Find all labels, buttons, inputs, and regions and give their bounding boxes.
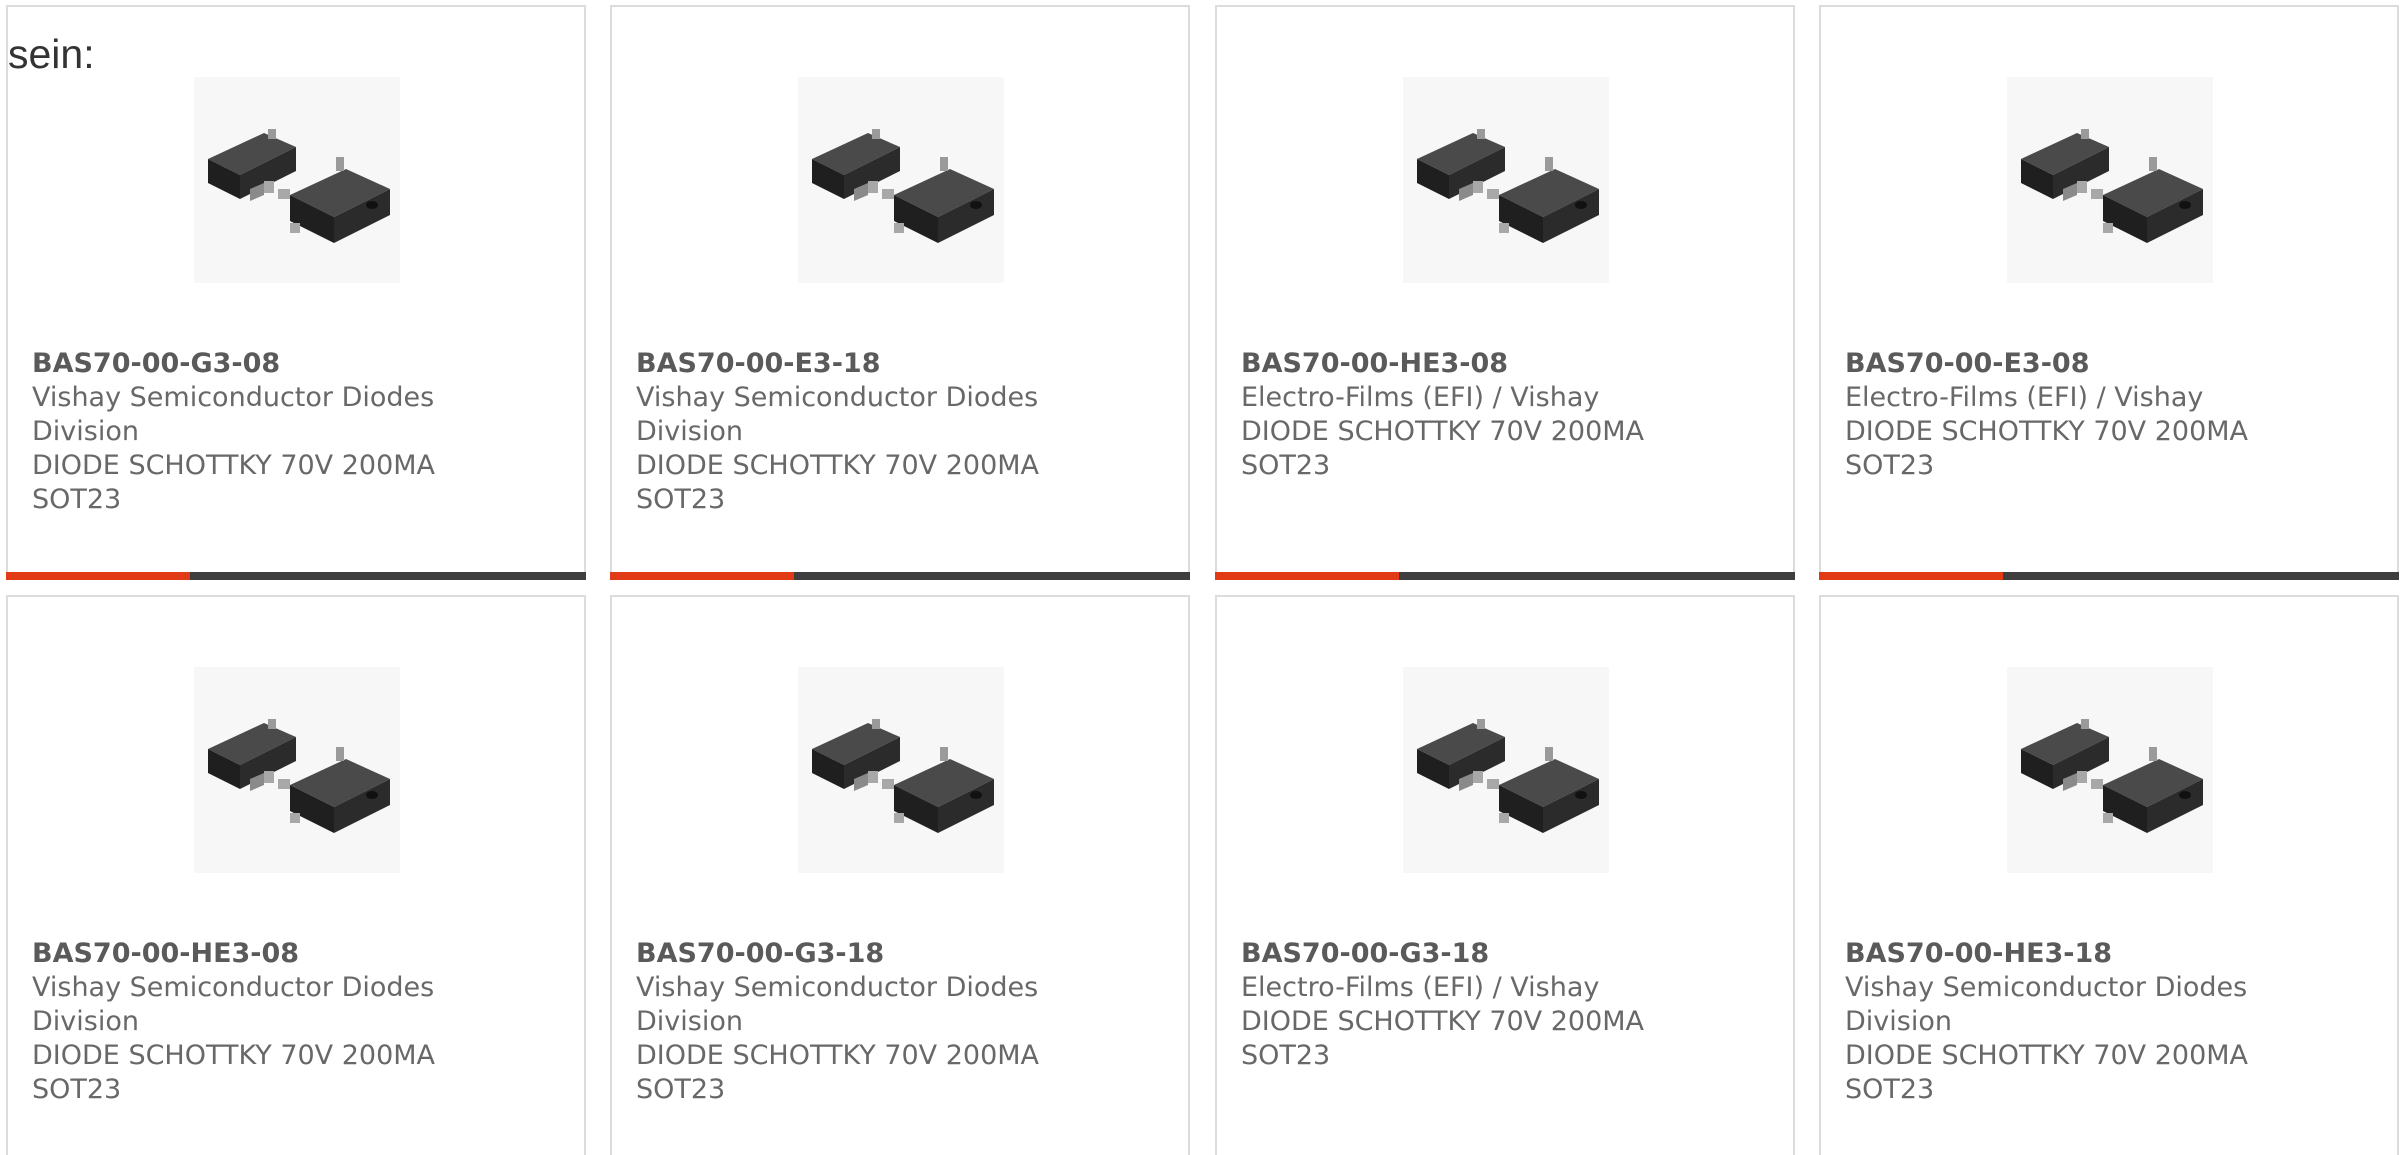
manufacturer: Vishay Semiconductor Diodes xyxy=(1845,972,2248,1003)
product-info: BAS70-00-HE3-18 Vishay Semiconductor Dio… xyxy=(1845,937,2275,1107)
card-accent xyxy=(610,572,794,580)
card-bottom-bar xyxy=(1819,572,2399,580)
manufacturer-continued: Division xyxy=(32,1006,139,1037)
description: DIODE SCHOTTKY 70V 200MA xyxy=(636,1040,1040,1071)
package: SOT23 xyxy=(636,484,726,515)
product-image[interactable] xyxy=(2007,667,2213,873)
card-accent xyxy=(1819,572,2003,580)
card-accent xyxy=(1215,572,1399,580)
description: DIODE SCHOTTKY 70V 200MA xyxy=(1845,1040,2249,1071)
description: DIODE SCHOTTKY 70V 200MA xyxy=(32,1040,436,1071)
product-image[interactable] xyxy=(194,77,400,283)
part-number-link[interactable]: BAS70-00-E3-18 xyxy=(636,347,1066,381)
product-card[interactable]: BAS70-00-G3-18 Vishay Semiconductor Diod… xyxy=(610,595,1190,1155)
product-image[interactable] xyxy=(2007,77,2213,283)
sot23-diode-icon xyxy=(1403,77,1609,283)
product-image[interactable] xyxy=(798,77,1004,283)
manufacturer: Vishay Semiconductor Diodes xyxy=(636,972,1039,1003)
package: SOT23 xyxy=(1241,450,1331,481)
description: DIODE SCHOTTKY 70V 200MA xyxy=(1241,416,1645,447)
description: DIODE SCHOTTKY 70V 200MA xyxy=(1241,1006,1645,1037)
manufacturer-continued: Division xyxy=(636,1006,743,1037)
part-number-link[interactable]: BAS70-00-G3-18 xyxy=(636,937,1066,971)
part-number-link[interactable]: BAS70-00-HE3-18 xyxy=(1845,937,2275,971)
sot23-diode-icon xyxy=(194,667,400,873)
part-number-link[interactable]: BAS70-00-HE3-08 xyxy=(32,937,462,971)
product-card[interactable]: BAS70-00-G3-08 Vishay Semiconductor Diod… xyxy=(6,5,586,580)
manufacturer: Vishay Semiconductor Diodes xyxy=(32,382,435,413)
card-accent xyxy=(6,572,190,580)
sot23-diode-icon xyxy=(798,667,1004,873)
product-info: BAS70-00-E3-18 Vishay Semiconductor Diod… xyxy=(636,347,1066,517)
card-bottom-bar xyxy=(610,572,1190,580)
product-info: BAS70-00-G3-18 Electro-Films (EFI) / Vis… xyxy=(1241,937,1671,1073)
manufacturer: Electro-Films (EFI) / Vishay xyxy=(1845,382,2204,413)
package: SOT23 xyxy=(32,1074,122,1105)
description: DIODE SCHOTTKY 70V 200MA xyxy=(32,450,436,481)
part-number-link[interactable]: BAS70-00-G3-08 xyxy=(32,347,462,381)
product-info: BAS70-00-G3-08 Vishay Semiconductor Diod… xyxy=(32,347,462,517)
product-image[interactable] xyxy=(194,667,400,873)
part-number-link[interactable]: BAS70-00-G3-18 xyxy=(1241,937,1671,971)
card-bottom-bar xyxy=(6,572,586,580)
package: SOT23 xyxy=(636,1074,726,1105)
manufacturer: Electro-Films (EFI) / Vishay xyxy=(1241,382,1600,413)
card-bottom-bar xyxy=(1215,572,1795,580)
product-info: BAS70-00-HE3-08 Vishay Semiconductor Dio… xyxy=(32,937,462,1107)
product-image[interactable] xyxy=(798,667,1004,873)
part-number-link[interactable]: BAS70-00-E3-08 xyxy=(1845,347,2275,381)
product-listing-page: sein: BAS70-00-G3-08 Vishay Semiconducto… xyxy=(0,0,2400,1155)
manufacturer-continued: Division xyxy=(636,416,743,447)
product-info: BAS70-00-E3-08 Electro-Films (EFI) / Vis… xyxy=(1845,347,2275,483)
manufacturer: Vishay Semiconductor Diodes xyxy=(32,972,435,1003)
product-card[interactable]: BAS70-00-HE3-08 Vishay Semiconductor Dio… xyxy=(6,595,586,1155)
product-image[interactable] xyxy=(1403,77,1609,283)
manufacturer: Electro-Films (EFI) / Vishay xyxy=(1241,972,1600,1003)
package: SOT23 xyxy=(1845,450,1935,481)
product-card[interactable]: BAS70-00-E3-08 Electro-Films (EFI) / Vis… xyxy=(1819,5,2399,580)
product-info: BAS70-00-HE3-08 Electro-Films (EFI) / Vi… xyxy=(1241,347,1671,483)
manufacturer-continued: Division xyxy=(1845,1006,1952,1037)
product-grid: BAS70-00-G3-08 Vishay Semiconductor Diod… xyxy=(0,0,2400,1155)
product-card[interactable]: BAS70-00-G3-18 Electro-Films (EFI) / Vis… xyxy=(1215,595,1795,1155)
sot23-diode-icon xyxy=(1403,667,1609,873)
sot23-diode-icon xyxy=(2007,77,2213,283)
description: DIODE SCHOTTKY 70V 200MA xyxy=(1845,416,2249,447)
manufacturer: Vishay Semiconductor Diodes xyxy=(636,382,1039,413)
product-info: BAS70-00-G3-18 Vishay Semiconductor Diod… xyxy=(636,937,1066,1107)
product-card[interactable]: BAS70-00-E3-18 Vishay Semiconductor Diod… xyxy=(610,5,1190,580)
package: SOT23 xyxy=(32,484,122,515)
part-number-link[interactable]: BAS70-00-HE3-08 xyxy=(1241,347,1671,381)
intro-text: sein: xyxy=(8,31,95,77)
description: DIODE SCHOTTKY 70V 200MA xyxy=(636,450,1040,481)
product-card[interactable]: BAS70-00-HE3-08 Electro-Films (EFI) / Vi… xyxy=(1215,5,1795,580)
sot23-diode-icon xyxy=(194,77,400,283)
package: SOT23 xyxy=(1241,1040,1331,1071)
product-image[interactable] xyxy=(1403,667,1609,873)
manufacturer-continued: Division xyxy=(32,416,139,447)
package: SOT23 xyxy=(1845,1074,1935,1105)
sot23-diode-icon xyxy=(798,77,1004,283)
sot23-diode-icon xyxy=(2007,667,2213,873)
product-card[interactable]: BAS70-00-HE3-18 Vishay Semiconductor Dio… xyxy=(1819,595,2399,1155)
